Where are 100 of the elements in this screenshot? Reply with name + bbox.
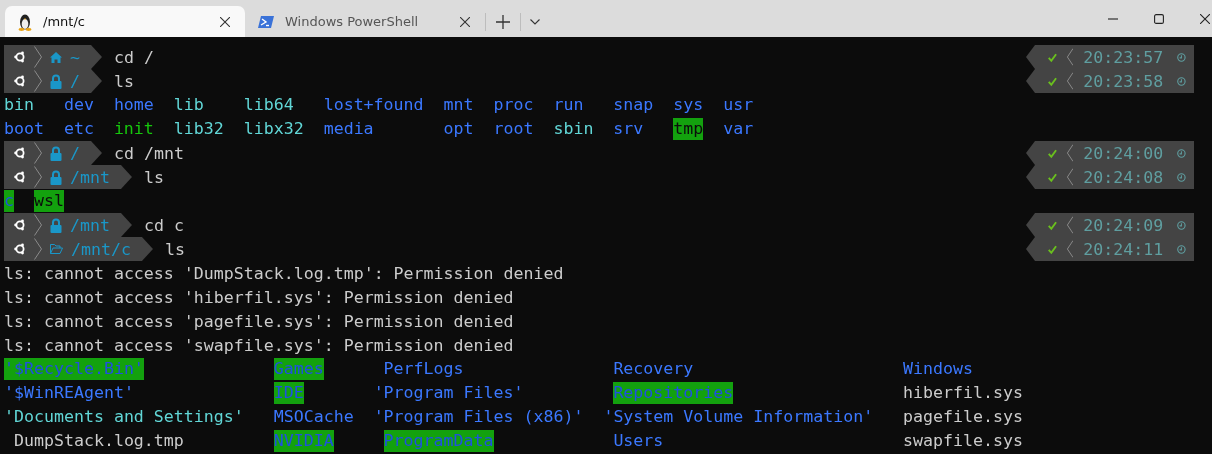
command-text: ls bbox=[143, 167, 164, 187]
directory-name: dev bbox=[63, 94, 94, 116]
file-name: DumpStack.log.tmp bbox=[14, 430, 184, 452]
chevron-icon bbox=[34, 46, 42, 68]
lock-icon bbox=[50, 169, 62, 185]
directory-name: proc bbox=[493, 94, 534, 116]
directory-name: c bbox=[4, 190, 14, 212]
time-text: 20:24:09 bbox=[1083, 215, 1164, 235]
link-name: lib bbox=[173, 94, 204, 116]
directory-name: run bbox=[553, 94, 584, 116]
directory-name: tmp bbox=[673, 118, 704, 140]
directory-name: '$Recycle.Bin' bbox=[4, 358, 144, 380]
chevron-icon bbox=[34, 214, 42, 236]
chevron-icon bbox=[34, 238, 42, 260]
terminal-icon bbox=[257, 14, 275, 29]
chevron-icon bbox=[1066, 214, 1074, 236]
lock-icon bbox=[50, 73, 62, 89]
chevron-icon bbox=[34, 142, 42, 164]
tab-title: Windows PowerShell bbox=[285, 14, 420, 29]
error-message: ls: cannot access 'hiberfil.sys': Permission denied bbox=[4, 287, 514, 307]
directory-name: ProgramData bbox=[383, 430, 494, 452]
ring-icon bbox=[14, 171, 26, 183]
lock-icon bbox=[50, 145, 62, 161]
time-text: 20:23:58 bbox=[1083, 71, 1164, 91]
clock-icon bbox=[1177, 51, 1186, 63]
directory-name: sys bbox=[673, 94, 704, 116]
home-icon bbox=[50, 51, 62, 63]
ring-icon bbox=[14, 51, 26, 63]
error-message: ls: cannot access 'pagefile.sys': Permission denied bbox=[4, 311, 514, 331]
error-message: ls: cannot access 'swapfile.sys': Permission denied bbox=[4, 335, 514, 355]
directory-name: snap bbox=[613, 94, 654, 116]
directory-name: NVIDIA bbox=[273, 430, 334, 452]
close-icon bbox=[460, 16, 470, 27]
close-icon bbox=[220, 16, 230, 27]
ring-icon bbox=[14, 75, 26, 87]
directory-name: home bbox=[113, 94, 154, 116]
tab-title: /mnt/c bbox=[43, 14, 86, 29]
file-name: pagefile.sys bbox=[903, 406, 1023, 428]
link-name: lib64 bbox=[243, 94, 294, 116]
file-name: hiberfil.sys bbox=[903, 382, 1023, 404]
directory-name: var bbox=[723, 118, 754, 140]
directory-name: MSOCache bbox=[273, 406, 354, 428]
time-text: 20:24:00 bbox=[1083, 143, 1164, 163]
tab[interactable]: /mnt/c bbox=[5, 6, 245, 37]
command-text: ls bbox=[114, 71, 134, 91]
directory-name: root bbox=[493, 118, 534, 140]
time-text: 20:24:11 bbox=[1083, 239, 1164, 259]
path-text: /mnt bbox=[70, 167, 110, 187]
close-icon bbox=[1200, 13, 1210, 24]
directory-name: Recovery bbox=[613, 358, 694, 380]
directory-name: 'Program Files (x86)' bbox=[373, 406, 584, 428]
directory-name: opt bbox=[443, 118, 474, 140]
directory-name: PerfLogs bbox=[383, 358, 464, 380]
link-name: libx32 bbox=[243, 118, 304, 140]
plus-icon bbox=[496, 14, 510, 29]
chevron-icon bbox=[1066, 46, 1074, 68]
tab[interactable]: Windows PowerShell bbox=[245, 6, 485, 37]
penguin-icon bbox=[17, 12, 33, 31]
ring-icon bbox=[14, 219, 26, 231]
command-text: cd / bbox=[114, 47, 154, 67]
chevron-icon bbox=[1066, 238, 1074, 260]
time-text: 20:24:08 bbox=[1083, 167, 1164, 187]
link-name: sbin bbox=[553, 118, 594, 140]
directory-name: media bbox=[323, 118, 374, 140]
command-text: cd /mnt bbox=[114, 143, 184, 163]
directory-name: boot bbox=[4, 118, 44, 140]
chevron-icon bbox=[1066, 70, 1074, 92]
directory-name: Users bbox=[613, 430, 664, 452]
directory-name: 'Program Files' bbox=[373, 382, 524, 404]
caret-icon bbox=[530, 18, 540, 25]
link-name: bin bbox=[4, 94, 34, 116]
path-text: /mnt bbox=[70, 215, 110, 235]
path-text: /mnt/c bbox=[71, 239, 131, 259]
chevron-icon bbox=[34, 70, 42, 92]
ring-icon bbox=[14, 147, 26, 159]
chevron-icon bbox=[1066, 142, 1074, 164]
folder-icon bbox=[50, 244, 63, 254]
directory-name: IDE bbox=[273, 382, 304, 404]
directory-name: etc bbox=[63, 118, 94, 140]
clock-icon bbox=[1177, 243, 1186, 255]
chevron-icon bbox=[34, 166, 42, 188]
file-name: swapfile.sys bbox=[903, 430, 1023, 452]
command-text: ls bbox=[164, 239, 185, 259]
directory-name: 'System Volume Information' bbox=[603, 406, 874, 428]
lock-icon bbox=[50, 217, 62, 233]
clock-icon bbox=[1177, 147, 1186, 159]
clock-icon bbox=[1177, 219, 1186, 231]
directory-name: srv bbox=[613, 118, 644, 140]
directory-name: Windows bbox=[903, 358, 973, 380]
link-name: lib32 bbox=[173, 118, 224, 140]
chevron-icon bbox=[1066, 166, 1074, 188]
path-text: / bbox=[70, 71, 80, 91]
clock-icon bbox=[1177, 171, 1186, 183]
time-text: 20:23:57 bbox=[1083, 47, 1164, 67]
directory-name: wsl bbox=[33, 190, 64, 212]
directory-name: Games bbox=[273, 358, 324, 380]
command-text: cd c bbox=[143, 215, 184, 235]
maximize-icon bbox=[1154, 13, 1164, 24]
directory-name: lost+found bbox=[323, 94, 424, 116]
ring-icon bbox=[14, 243, 26, 255]
